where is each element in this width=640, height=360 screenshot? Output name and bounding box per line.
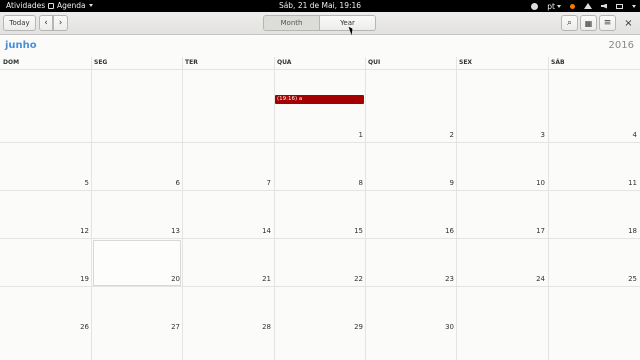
- day-number[interactable]: 19: [59, 275, 89, 283]
- day-number[interactable]: 21: [241, 275, 271, 283]
- event-bar[interactable]: (19:16) a: [275, 95, 364, 104]
- day-number[interactable]: 14: [241, 227, 271, 235]
- menu-button[interactable]: ≡: [599, 15, 616, 31]
- day-number[interactable]: 6: [150, 179, 180, 187]
- day-number[interactable]: 4: [607, 131, 637, 139]
- chevron-down-icon: [557, 4, 561, 8]
- day-number[interactable]: 10: [515, 179, 545, 187]
- weekday-header: SEX: [459, 59, 473, 66]
- day-number[interactable]: 18: [607, 227, 637, 235]
- chevron-down-icon: [88, 4, 93, 7]
- header-bar: Today ‹ › Month Year ⌕ ▦ ≡ ×: [0, 12, 640, 35]
- day-number[interactable]: 17: [515, 227, 545, 235]
- weekday-header: SEG: [94, 59, 108, 66]
- network-icon[interactable]: [584, 3, 592, 9]
- calendar-app-icon: [48, 2, 54, 9]
- clock[interactable]: Sáb, 21 de Mai, 19:16: [279, 1, 361, 10]
- year-title: 2016: [608, 40, 634, 51]
- day-number[interactable]: 13: [150, 227, 180, 235]
- day-number[interactable]: 22: [333, 275, 363, 283]
- previous-button[interactable]: ‹: [39, 15, 53, 31]
- weekday-header: QUI: [368, 59, 381, 66]
- day-number[interactable]: 5: [59, 179, 89, 187]
- chevron-right-icon: ›: [58, 18, 63, 28]
- day-number[interactable]: 26: [59, 323, 89, 331]
- day-number[interactable]: 12: [59, 227, 89, 235]
- battery-icon[interactable]: [616, 3, 623, 9]
- tab-year[interactable]: Year: [320, 16, 375, 30]
- notification-icon[interactable]: [570, 3, 575, 9]
- search-button[interactable]: ⌕: [561, 15, 578, 31]
- day-number[interactable]: 24: [515, 275, 545, 283]
- today-button[interactable]: Today: [3, 15, 36, 31]
- language-label: pt: [547, 1, 555, 11]
- weekday-header: DOM: [3, 59, 20, 66]
- month-title: junho: [5, 40, 37, 51]
- tab-month[interactable]: Month: [264, 16, 320, 30]
- day-number[interactable]: 3: [515, 131, 545, 139]
- month-grid: DOM SEG TER QUA QUI SEX SÁB (19:16) a 1 …: [0, 57, 640, 360]
- weekday-header: QUA: [277, 59, 292, 66]
- activities-button[interactable]: Atividades: [6, 1, 45, 10]
- day-number[interactable]: 11: [607, 179, 637, 187]
- weekday-header: TER: [185, 59, 198, 66]
- hamburger-icon: ≡: [603, 18, 612, 28]
- calendars-button[interactable]: ▦: [580, 15, 597, 31]
- day-number[interactable]: 28: [241, 323, 271, 331]
- day-number[interactable]: 27: [150, 323, 180, 331]
- day-number[interactable]: 15: [333, 227, 363, 235]
- app-name: Agenda: [57, 1, 86, 10]
- close-icon: ×: [624, 17, 633, 29]
- search-icon: ⌕: [566, 18, 573, 28]
- top-bar: Atividades Agenda Sáb, 21 de Mai, 19:16 …: [0, 0, 640, 12]
- day-number[interactable]: 9: [424, 179, 454, 187]
- day-number[interactable]: 20: [150, 275, 180, 283]
- chevron-left-icon: ‹: [44, 18, 48, 28]
- weekday-header: SÁB: [551, 59, 565, 66]
- keyboard-layout[interactable]: pt: [547, 2, 561, 11]
- app-menu[interactable]: Agenda: [48, 1, 93, 10]
- day-number[interactable]: 23: [424, 275, 454, 283]
- day-number[interactable]: 30: [424, 323, 454, 331]
- close-button[interactable]: ×: [620, 15, 637, 31]
- day-number[interactable]: 25: [607, 275, 637, 283]
- day-number[interactable]: 16: [424, 227, 454, 235]
- volume-icon[interactable]: [601, 3, 607, 9]
- calendar-list-icon: ▦: [584, 18, 593, 28]
- day-number[interactable]: 1: [333, 131, 363, 139]
- day-number[interactable]: 29: [333, 323, 363, 331]
- day-number[interactable]: 2: [424, 131, 454, 139]
- view-switcher: Month Year: [263, 15, 376, 31]
- accessibility-icon[interactable]: [531, 2, 539, 10]
- day-number[interactable]: 7: [241, 179, 271, 187]
- day-number[interactable]: 8: [333, 179, 363, 187]
- system-menu-icon[interactable]: [632, 4, 636, 8]
- next-button[interactable]: ›: [53, 15, 68, 31]
